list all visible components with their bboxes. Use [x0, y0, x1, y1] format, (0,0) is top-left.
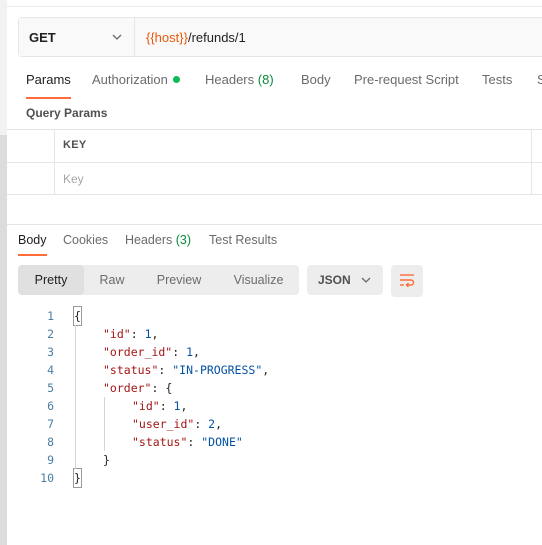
code-text: "status": "DONE" [132, 435, 243, 449]
tab-label: Cookies [63, 233, 109, 247]
line-number: 10 [40, 471, 54, 485]
tab-label: Test Results [209, 233, 278, 247]
key-column-header: KEY [63, 139, 87, 151]
tab-params[interactable]: Params [26, 72, 71, 99]
tab-settings[interactable]: S [537, 72, 542, 87]
chevron-down-icon [110, 30, 124, 44]
code-text: } [103, 453, 110, 467]
tab-label: Authorization [92, 72, 168, 87]
line-number: 6 [47, 399, 54, 413]
code-text: { [73, 306, 82, 326]
chevron-down-icon [359, 273, 373, 287]
line-number: 8 [47, 435, 54, 449]
url-variable: {{host}} [146, 29, 188, 45]
format-select[interactable]: JSON [307, 265, 383, 295]
tab-label: Headers [205, 72, 255, 87]
code-text: "order": { [103, 381, 173, 395]
tab-body[interactable]: Body [301, 72, 331, 87]
request-bar: GET {{host}}/refunds/1 [18, 17, 542, 57]
tab-label: S [537, 72, 542, 87]
tab-label: Tests [482, 72, 513, 87]
table-row: Key [7, 163, 542, 196]
tab-label: Body [301, 72, 331, 87]
view-pretty-button[interactable]: Pretty [18, 265, 84, 295]
line-number: 5 [47, 381, 54, 395]
scrollbar-thumb[interactable] [0, 135, 7, 545]
code-text: "status": "IN-PROGRESS", [103, 363, 270, 377]
tab-test-results[interactable]: Test Results [209, 233, 277, 247]
tab-label: Pre-request Script [354, 72, 459, 87]
tab-tests[interactable]: Tests [482, 72, 512, 87]
code-text: "id": 1, [103, 327, 159, 341]
tab-pre-request-script[interactable]: Pre-request Script [354, 72, 459, 87]
view-visualize-button[interactable]: Visualize [218, 265, 299, 295]
code-text: "user_id": 2, [132, 417, 223, 431]
top-divider [7, 6, 542, 7]
query-params-table: KEY Key [7, 129, 542, 195]
query-params-title: Query Params [26, 106, 108, 120]
table-header-row: KEY [7, 130, 542, 163]
code-text: "id": 1, [132, 399, 188, 413]
tab-count: (3) [175, 233, 192, 247]
tab-count: (8) [257, 72, 274, 87]
wrap-lines-button[interactable] [391, 265, 423, 297]
indent-guide [75, 325, 76, 469]
tab-response-body[interactable]: Body [18, 233, 47, 256]
line-number: 2 [47, 327, 54, 341]
view-preview-button[interactable]: Preview [140, 265, 218, 295]
url-input[interactable]: {{host}}/refunds/1 [135, 18, 542, 56]
line-number: 7 [47, 417, 54, 431]
indent-guide [104, 397, 105, 451]
view-raw-button[interactable]: Raw [84, 265, 140, 295]
status-dot-icon [172, 76, 180, 83]
code-text: } [73, 468, 82, 488]
method-select[interactable]: GET [19, 18, 135, 56]
url-path: /refunds/1 [187, 29, 246, 45]
tab-authorization[interactable]: Authorization [92, 72, 180, 87]
tab-label: Headers [125, 233, 173, 247]
column-divider [54, 130, 55, 194]
column-divider [531, 130, 532, 194]
pane-divider[interactable] [7, 224, 542, 225]
line-number: 1 [47, 309, 54, 323]
left-scrollbar[interactable] [0, 0, 7, 545]
code-text: "order_id": 1, [103, 345, 200, 359]
key-input[interactable]: Key [63, 172, 84, 186]
tab-cookies[interactable]: Cookies [63, 233, 108, 247]
tab-label: Body [18, 233, 47, 247]
tab-label: Params [26, 72, 71, 87]
view-mode-selector: Pretty Raw Preview Visualize [18, 265, 299, 295]
wrap-icon [399, 273, 415, 290]
line-number: 9 [47, 453, 54, 467]
tab-headers[interactable]: Headers (8) [205, 72, 274, 87]
line-number: 3 [47, 345, 54, 359]
line-number: 4 [47, 363, 54, 377]
format-label: JSON [318, 273, 351, 287]
tab-response-headers[interactable]: Headers (3) [125, 233, 191, 247]
method-label: GET [29, 29, 56, 45]
